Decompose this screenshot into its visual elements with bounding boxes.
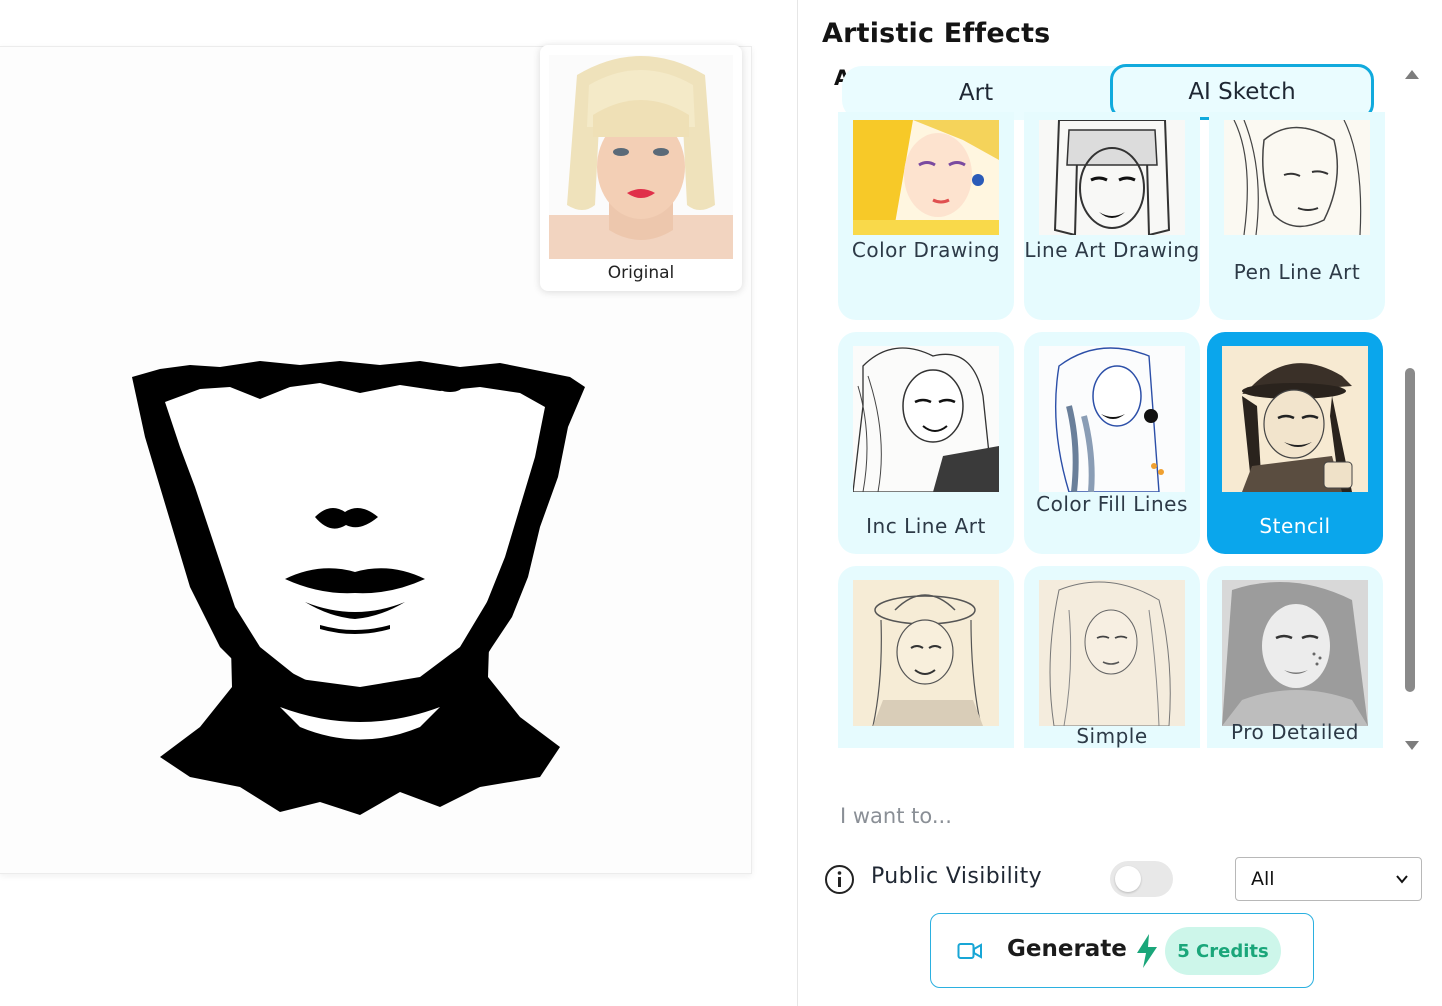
original-label: Original <box>607 263 675 283</box>
inc-line-art-thumb <box>853 346 999 492</box>
color-fill-lines-thumb <box>1039 346 1185 492</box>
effect-label: Color Drawing <box>851 238 1001 262</box>
pen-line-art-thumb <box>1224 120 1370 235</box>
effect-card-pen-line-art[interactable]: Pen Line Art <box>1209 112 1385 320</box>
info-icon[interactable] <box>824 864 855 895</box>
scroll-up-arrow-icon[interactable] <box>1405 70 1419 79</box>
original-photo <box>549 55 733 259</box>
generate-button[interactable]: Generate 5 Credits <box>930 913 1314 988</box>
effect-label: Pen Line Art <box>1233 260 1361 284</box>
credits-badge: 5 Credits <box>1165 927 1281 975</box>
effect-card-simple[interactable]: Simple <box>1024 566 1200 748</box>
line-art-drawing-thumb <box>1039 120 1185 235</box>
video-camera-icon <box>957 943 982 959</box>
chevron-down-icon <box>1396 875 1408 884</box>
panel-title: Artistic Effects <box>822 18 1051 49</box>
effect-card-sketch-hat[interactable] <box>838 566 1014 748</box>
scroll-down-arrow-icon[interactable] <box>1405 741 1419 750</box>
generate-label: Generate <box>1007 936 1127 962</box>
pro-detailed-thumb <box>1222 580 1368 726</box>
effect-card-pro-detailed[interactable]: Pro Detailed <box>1207 566 1383 748</box>
effect-card-inc-line-art[interactable]: Inc Line Art <box>838 332 1014 554</box>
prompt-input[interactable] <box>826 796 1386 836</box>
effect-card-stencil[interactable]: Stencil <box>1207 332 1383 554</box>
simple-thumb <box>1039 580 1185 726</box>
effect-label: Inc Line Art <box>866 514 986 538</box>
lightning-bolt-icon <box>1137 934 1157 968</box>
effect-label: Color Fill Lines <box>1036 492 1188 516</box>
effects-scrollbar[interactable] <box>1403 70 1419 750</box>
select-value: All <box>1251 868 1275 890</box>
effect-label: Simple <box>1076 724 1148 748</box>
effect-card-color-drawing[interactable]: Color Drawing <box>838 112 1014 320</box>
original-preview-card[interactable]: Original <box>540 45 742 291</box>
effect-label: Pro Detailed <box>1230 720 1359 744</box>
toggle-knob <box>1115 866 1141 892</box>
effect-card-line-art-drawing[interactable]: Line Art Drawing <box>1024 112 1200 320</box>
public-visibility-toggle[interactable] <box>1110 861 1173 897</box>
stencil-result-image <box>132 361 585 815</box>
effect-card-color-fill-lines[interactable]: Color Fill Lines <box>1024 332 1200 554</box>
stencil-thumb <box>1222 346 1368 492</box>
effect-label: Line Art Drawing <box>1024 238 1200 262</box>
color-drawing-thumb <box>853 120 999 235</box>
scroll-thumb[interactable] <box>1405 368 1415 692</box>
panel-divider <box>797 0 798 1006</box>
sketch-hat-thumb <box>853 580 999 726</box>
public-visibility-label: Public Visibility <box>871 864 1043 889</box>
visibility-filter-select[interactable]: All <box>1235 857 1422 901</box>
effect-label: Stencil <box>1259 514 1331 538</box>
effects-grid: Color Drawing Line Art Drawing Pen Line … <box>838 112 1386 748</box>
